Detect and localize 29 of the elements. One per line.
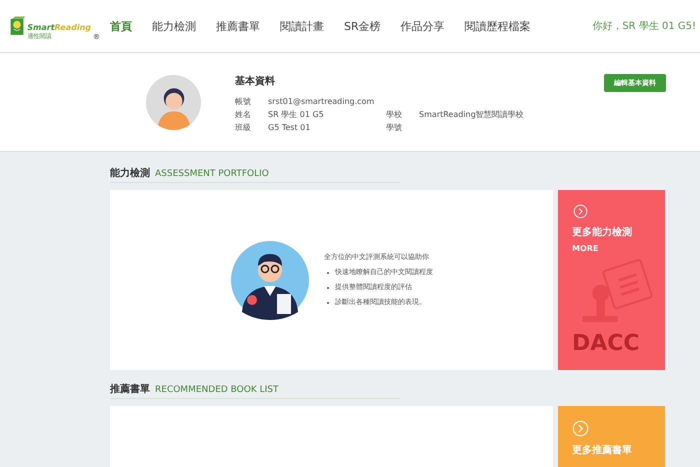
more-title: 更多推薦書單 [572,444,632,457]
stamp-text: DACC [572,331,640,356]
nav-link[interactable]: 推薦書單 [216,18,260,34]
more-label: MORE [572,244,598,253]
nav-link[interactable]: 閱讀歷程檔案 [464,18,531,34]
field-value: SR 學生 01 G5 [268,109,325,121]
nav-link[interactable]: SR金榜 [344,18,381,34]
field-label: 學校 [386,109,403,121]
greeting: 你好，SR 學生 01 G5! [592,20,697,33]
section-title: 推薦書單 [110,382,150,396]
field-label: 姓名 [235,109,252,121]
section-subtitle: ASSESSMENT PORTFOLIO [155,169,269,179]
logo-text: SmartReading [27,23,91,32]
section-title: 能力檢測 [110,166,150,180]
field-label: 班級 [235,122,252,134]
field-label: 帳號 [235,96,252,108]
chevron-circle-icon [572,204,589,219]
nav-link[interactable]: 作品分享 [400,18,445,34]
field-value: G5 Test 01 [268,122,312,134]
nav-link[interactable]: 閱讀計畫 [280,18,324,34]
field-value: srst01@smartreading.com [268,96,376,108]
chevron-circle-icon [572,420,589,437]
nav-link[interactable]: 能力檢測 [152,18,196,34]
field-value: SmartReading智慧閱讀學校 [419,109,525,121]
more-title: 更多能力檢測 [572,226,632,239]
section-subtitle: RECOMMENDED BOOK LIST [155,385,278,395]
field-label: 學號 [386,122,403,134]
profile-title: 基本資料 [235,74,276,88]
nav-link[interactable]: 首頁 [110,18,132,34]
